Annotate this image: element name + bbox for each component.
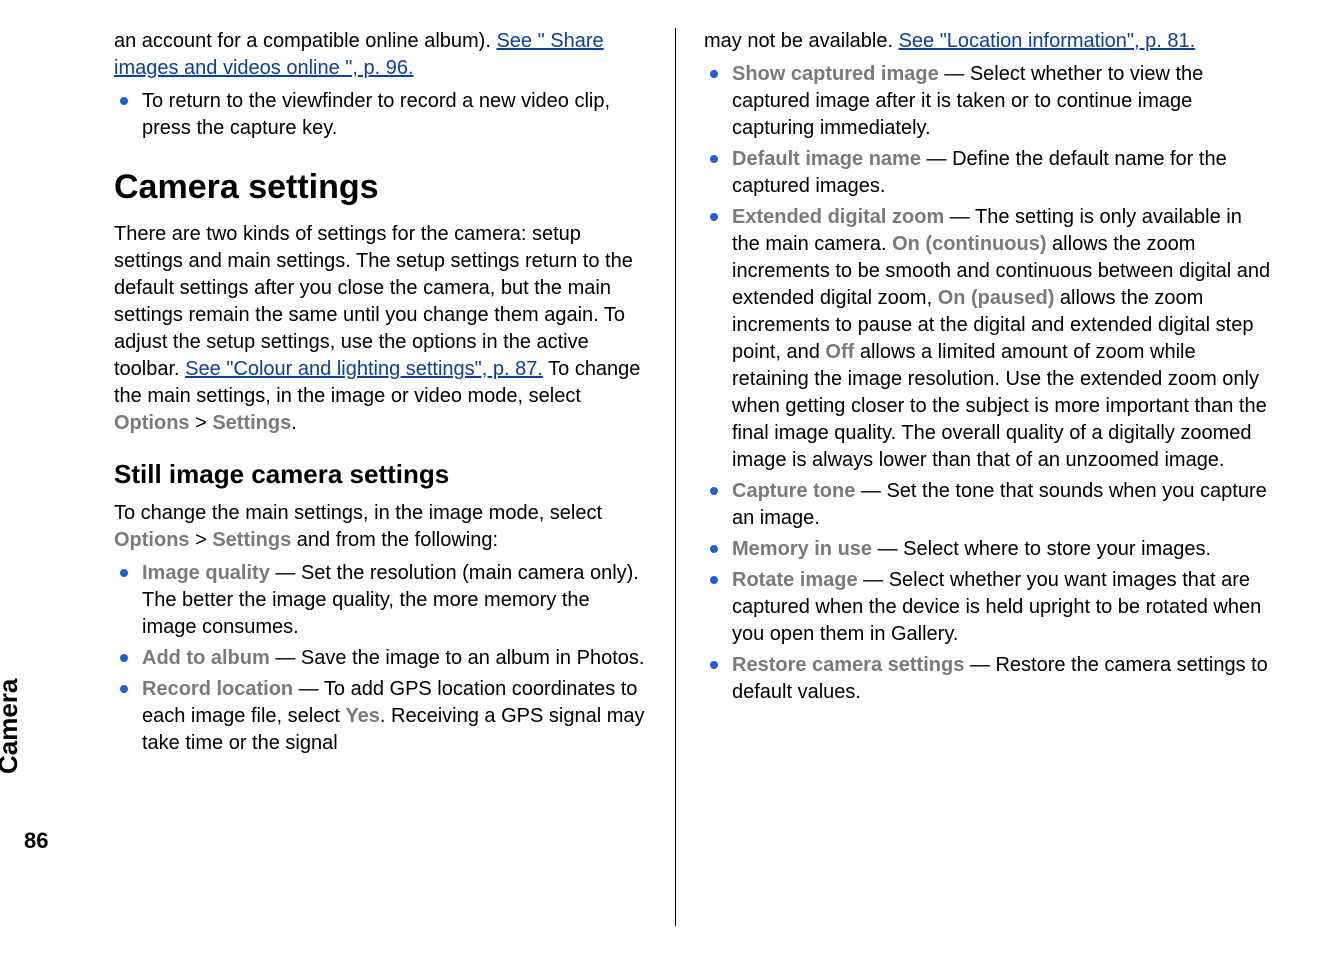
text: There are two kinds of settings for the … [114,223,633,380]
side-tab-camera: Camera [0,679,24,774]
return-list: To return to the viewfinder to record a … [114,88,647,142]
right-column: may not be available. See "Location info… [676,28,1282,926]
list-item: Capture tone — Set the tone that sounds … [704,478,1272,532]
link-location-info[interactable]: See "Location information", p. 81. [899,30,1196,52]
list-item: Default image name — Define the default … [704,146,1272,200]
text: — [964,654,995,676]
right-top: may not be available. See "Location info… [704,28,1272,55]
heading-still-image: Still image camera settings [114,459,647,490]
intro-continuation: an account for a compatible online album… [114,28,647,82]
text: > [190,412,213,434]
text: — [270,562,301,584]
label-options: Options [114,412,190,434]
label-add-to-album: Add to album [142,647,270,669]
text: an account for a compatible online album… [114,30,496,52]
label-yes: Yes [345,705,379,727]
camera-settings-intro: There are two kinds of settings for the … [114,221,647,437]
label-settings: Settings [212,412,291,434]
page-number: 86 [24,828,48,854]
settings-list-left: Image quality — Set the resolution (main… [114,560,647,757]
label-restore-settings: Restore camera settings [732,654,964,676]
text: To return to the viewfinder to record a … [142,90,610,139]
text: — [872,538,903,560]
list-item: Restore camera settings — Restore the ca… [704,652,1272,706]
text: and from the following: [291,529,498,551]
label-capture-tone: Capture tone [732,480,855,502]
text: — [944,206,975,228]
label-extended-zoom: Extended digital zoom [732,206,944,228]
list-item: Record location — To add GPS location co… [114,676,647,757]
list-item: Add to album — Save the image to an albu… [114,645,647,672]
label-on-paused: On (paused) [938,287,1055,309]
text: To change the main settings, in the imag… [114,502,602,524]
list-item: Image quality — Set the resolution (main… [114,560,647,641]
label-rotate-image: Rotate image [732,569,858,591]
label-off: Off [825,341,854,363]
label-image-quality: Image quality [142,562,270,584]
label-record-location: Record location [142,678,293,700]
label-on-continuous: On (continuous) [892,233,1046,255]
text: may not be available. [704,30,899,52]
text: — [855,480,886,502]
settings-list-right: Show captured image — Select whether to … [704,61,1272,706]
page-columns: an account for a compatible online album… [70,28,1282,926]
text: — [293,678,324,700]
label-options: Options [114,529,190,551]
label-default-name: Default image name [732,148,921,170]
list-item: Show captured image — Select whether to … [704,61,1272,142]
heading-camera-settings: Camera settings [114,168,647,207]
left-column: an account for a compatible online album… [70,28,676,926]
list-item: Memory in use — Select where to store yo… [704,536,1272,563]
text: — [858,569,889,591]
list-item: Extended digital zoom — The setting is o… [704,204,1272,474]
text: . [291,412,297,434]
text: Select where to store your images. [903,538,1211,560]
link-colour-lighting[interactable]: See "Colour and lighting settings", p. 8… [185,358,543,380]
text: — [270,647,301,669]
label-show-captured: Show captured image [732,63,939,85]
text: — [939,63,970,85]
text: — [921,148,952,170]
list-item: To return to the viewfinder to record a … [114,88,647,142]
still-intro: To change the main settings, in the imag… [114,500,647,554]
label-settings: Settings [212,529,291,551]
label-memory-in-use: Memory in use [732,538,872,560]
text: > [190,529,213,551]
list-item: Rotate image — Select whether you want i… [704,567,1272,648]
text: Save the image to an album in Photos. [301,647,645,669]
